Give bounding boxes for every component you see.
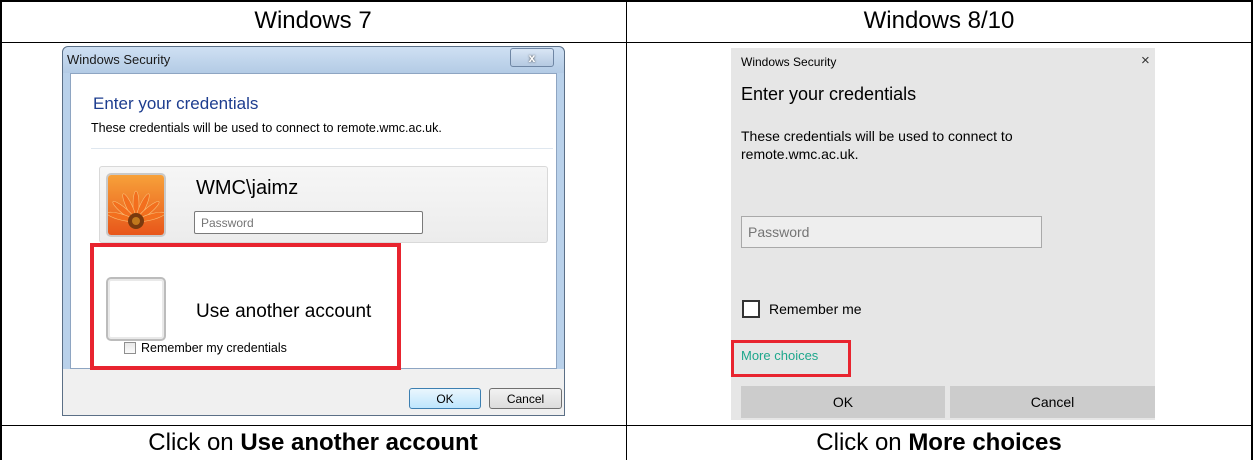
win10-description: These credentials will be used to connec… [741, 128, 1013, 162]
win7-user-tile[interactable]: WMC\jaimz [99, 166, 548, 243]
win7-highlight-box [90, 243, 401, 370]
win10-highlight-box [731, 340, 851, 377]
close-icon: x [528, 50, 536, 65]
win7-username: WMC\jaimz [196, 177, 299, 199]
caption-prefix: Click on [148, 428, 241, 456]
win10-password-input[interactable] [741, 216, 1042, 248]
win10-heading: Enter your credentials [741, 84, 917, 104]
win7-heading: Enter your credentials [93, 94, 259, 113]
caption-prefix: Click on [816, 428, 909, 456]
win10-ok-button[interactable]: OK [741, 386, 945, 418]
close-icon[interactable]: × [1141, 52, 1150, 69]
win10-remember-label: Remember me [769, 301, 862, 317]
win7-close-button[interactable]: x [510, 48, 554, 67]
win7-password-input[interactable] [194, 211, 423, 234]
win7-window-title: Windows Security [67, 52, 171, 67]
win7-description: These credentials will be used to connec… [91, 121, 442, 135]
column-header-windows7: Windows 7 [254, 7, 372, 34]
column-header-windows10: Windows 8/10 [863, 7, 1015, 34]
checkbox-icon [742, 300, 760, 318]
caption-windows7: Click on Use another account [0, 425, 626, 460]
table-border-left [0, 0, 2, 460]
win7-titlebar: Windows Security x [63, 47, 564, 73]
win7-ok-button[interactable]: OK [409, 388, 481, 409]
win10-window-title: Windows Security [741, 55, 837, 69]
win10-cancel-button[interactable]: Cancel [950, 386, 1155, 418]
win7-separator [91, 148, 553, 149]
flower-avatar-icon [106, 173, 166, 237]
win10-remember-checkbox[interactable]: Remember me [742, 300, 862, 318]
caption-emphasis: Use another account [240, 428, 478, 456]
win7-cancel-button[interactable]: Cancel [489, 388, 562, 409]
table-border-middle [626, 0, 627, 460]
caption-windows10: Click on More choices [627, 425, 1251, 460]
caption-emphasis: More choices [908, 428, 1062, 456]
